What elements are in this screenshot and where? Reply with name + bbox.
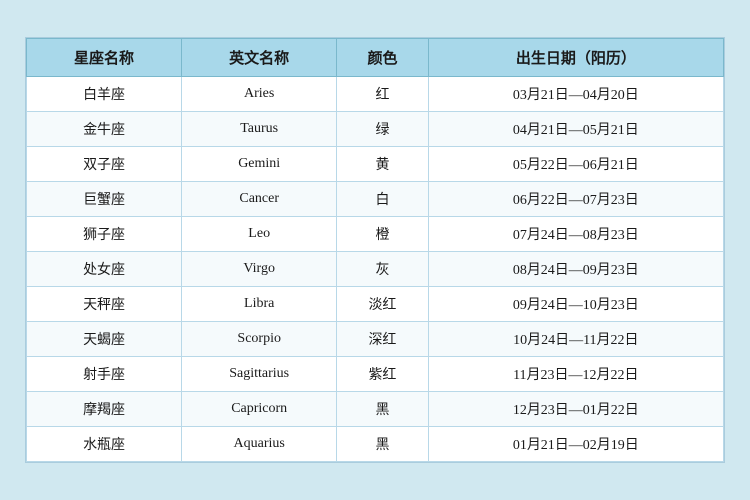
table-cell-4-3: 07月24日—08月23日: [428, 217, 723, 252]
table-cell-3-1: Cancer: [182, 182, 337, 217]
table-row: 巨蟹座Cancer白06月22日—07月23日: [27, 182, 724, 217]
table-cell-10-2: 黑: [337, 427, 428, 462]
table-cell-3-0: 巨蟹座: [27, 182, 182, 217]
table-cell-6-2: 淡红: [337, 287, 428, 322]
table-row: 金牛座Taurus绿04月21日—05月21日: [27, 112, 724, 147]
table-cell-10-1: Aquarius: [182, 427, 337, 462]
table-cell-10-0: 水瓶座: [27, 427, 182, 462]
table-body: 白羊座Aries红03月21日—04月20日金牛座Taurus绿04月21日—0…: [27, 77, 724, 462]
table-cell-6-1: Libra: [182, 287, 337, 322]
table-cell-2-0: 双子座: [27, 147, 182, 182]
table-cell-0-2: 红: [337, 77, 428, 112]
table-cell-5-3: 08月24日—09月23日: [428, 252, 723, 287]
column-header-0: 星座名称: [27, 39, 182, 77]
zodiac-table-wrapper: 星座名称英文名称颜色出生日期（阳历） 白羊座Aries红03月21日—04月20…: [25, 37, 725, 463]
table-cell-1-2: 绿: [337, 112, 428, 147]
table-cell-7-0: 天蝎座: [27, 322, 182, 357]
zodiac-table: 星座名称英文名称颜色出生日期（阳历） 白羊座Aries红03月21日—04月20…: [26, 38, 724, 462]
table-row: 摩羯座Capricorn黑12月23日—01月22日: [27, 392, 724, 427]
table-cell-9-1: Capricorn: [182, 392, 337, 427]
table-cell-6-0: 天秤座: [27, 287, 182, 322]
table-cell-4-0: 狮子座: [27, 217, 182, 252]
table-cell-1-3: 04月21日—05月21日: [428, 112, 723, 147]
table-cell-2-1: Gemini: [182, 147, 337, 182]
table-cell-2-2: 黄: [337, 147, 428, 182]
table-cell-8-0: 射手座: [27, 357, 182, 392]
table-cell-9-0: 摩羯座: [27, 392, 182, 427]
table-cell-7-3: 10月24日—11月22日: [428, 322, 723, 357]
table-cell-8-1: Sagittarius: [182, 357, 337, 392]
table-cell-5-2: 灰: [337, 252, 428, 287]
table-row: 射手座Sagittarius紫红11月23日—12月22日: [27, 357, 724, 392]
table-row: 双子座Gemini黄05月22日—06月21日: [27, 147, 724, 182]
table-cell-0-0: 白羊座: [27, 77, 182, 112]
table-row: 白羊座Aries红03月21日—04月20日: [27, 77, 724, 112]
table-cell-3-3: 06月22日—07月23日: [428, 182, 723, 217]
table-cell-10-3: 01月21日—02月19日: [428, 427, 723, 462]
table-cell-9-3: 12月23日—01月22日: [428, 392, 723, 427]
table-cell-0-3: 03月21日—04月20日: [428, 77, 723, 112]
table-row: 处女座Virgo灰08月24日—09月23日: [27, 252, 724, 287]
table-cell-0-1: Aries: [182, 77, 337, 112]
table-cell-2-3: 05月22日—06月21日: [428, 147, 723, 182]
table-cell-7-2: 深红: [337, 322, 428, 357]
column-header-1: 英文名称: [182, 39, 337, 77]
table-row: 天蝎座Scorpio深红10月24日—11月22日: [27, 322, 724, 357]
table-header-row: 星座名称英文名称颜色出生日期（阳历）: [27, 39, 724, 77]
table-cell-5-1: Virgo: [182, 252, 337, 287]
table-cell-1-1: Taurus: [182, 112, 337, 147]
table-cell-4-2: 橙: [337, 217, 428, 252]
table-cell-6-3: 09月24日—10月23日: [428, 287, 723, 322]
table-cell-8-2: 紫红: [337, 357, 428, 392]
table-cell-9-2: 黑: [337, 392, 428, 427]
table-row: 水瓶座Aquarius黑01月21日—02月19日: [27, 427, 724, 462]
table-cell-8-3: 11月23日—12月22日: [428, 357, 723, 392]
table-cell-7-1: Scorpio: [182, 322, 337, 357]
column-header-3: 出生日期（阳历）: [428, 39, 723, 77]
table-cell-5-0: 处女座: [27, 252, 182, 287]
column-header-2: 颜色: [337, 39, 428, 77]
table-row: 狮子座Leo橙07月24日—08月23日: [27, 217, 724, 252]
table-row: 天秤座Libra淡红09月24日—10月23日: [27, 287, 724, 322]
table-cell-4-1: Leo: [182, 217, 337, 252]
table-cell-3-2: 白: [337, 182, 428, 217]
table-cell-1-0: 金牛座: [27, 112, 182, 147]
